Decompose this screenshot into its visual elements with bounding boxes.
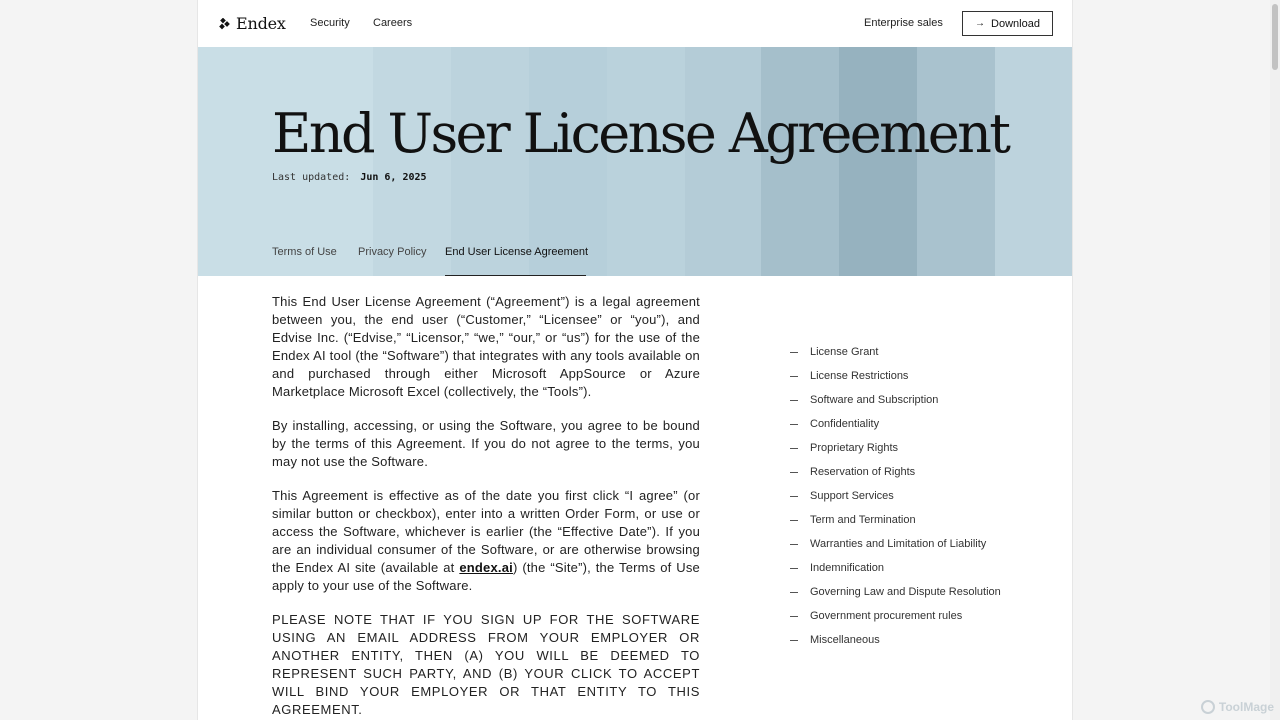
watermark-icon [1200,700,1215,714]
paragraph: By installing, accessing, or using the S… [272,418,700,469]
page-scrollbar[interactable] [1270,0,1280,720]
toc-item-label: License Restrictions [810,370,909,382]
dash-icon [790,591,798,593]
toc-item[interactable]: License Grant [790,340,1030,364]
toc-item-label: Proprietary Rights [810,442,899,454]
toc-item-label: Support Services [810,490,894,502]
toc-item-label: Confidentiality [810,418,880,430]
dash-icon [790,351,798,353]
watermark-text: ToolMage [1218,700,1274,714]
dash-icon [790,495,798,497]
download-button[interactable]: → Download [962,11,1053,36]
last-updated: Last updated: Jun 6, 2025 [272,172,427,183]
toc-item[interactable]: Governing Law and Dispute Resolution [790,580,1030,604]
dash-icon [790,639,798,641]
toc-item-label: Warranties and Limitation of Liability [810,538,987,550]
page-frame: Endex Security Careers Enterprise sales … [197,0,1073,720]
paragraph: This End User License Agreement (“Agreem… [272,294,700,399]
nav-security[interactable]: Security [310,17,350,29]
download-label: Download [991,17,1040,30]
paragraph: This Agreement is effective as of the da… [272,487,700,595]
page-title: End User License Agreement [272,102,1011,165]
agreement-body: This End User License Agreement (“Agreem… [272,293,700,720]
toc-item-label: Indemnification [810,562,884,574]
dash-icon [790,567,798,569]
arrow-right-icon: → [975,18,986,29]
table-of-contents: License Grant License Restrictions Softw… [790,340,1030,652]
toc-item-label: Reservation of Rights [810,466,916,478]
nav-careers[interactable]: Careers [373,17,412,29]
toc-item[interactable]: Term and Termination [790,508,1030,532]
toc-item-label: Term and Termination [810,514,916,526]
nav-enterprise-sales[interactable]: Enterprise sales [864,17,943,29]
toc-item-label: Software and Subscription [810,394,939,406]
dash-icon [790,423,798,425]
dash-icon [790,471,798,473]
tab-privacy-policy[interactable]: Privacy Policy [358,246,426,258]
watermark: ToolMage [1200,700,1274,714]
toc-item[interactable]: Reservation of Rights [790,460,1030,484]
toc-item[interactable]: Miscellaneous [790,628,1030,652]
toc-item[interactable]: Warranties and Limitation of Liability [790,532,1030,556]
dash-icon [790,375,798,377]
dash-icon [790,447,798,449]
toc-item[interactable]: Confidentiality [790,412,1030,436]
active-tab-indicator [445,275,586,276]
logo-icon [219,17,230,29]
toc-item[interactable]: License Restrictions [790,364,1030,388]
endex-site-link[interactable]: endex.ai [459,560,513,575]
logo[interactable]: Endex [219,14,286,33]
toc-item[interactable]: Government procurement rules [790,604,1030,628]
toc-item[interactable]: Indemnification [790,556,1030,580]
last-updated-label: Last updated: [272,172,351,183]
scrollbar-thumb[interactable] [1272,4,1278,70]
paragraph: Please note that if you sign up for the … [272,612,700,717]
tab-eula[interactable]: End User License Agreement [445,246,588,258]
last-updated-date: Jun 6, 2025 [360,172,427,183]
toc-item-label: License Grant [810,346,879,358]
toc-item-label: Government procurement rules [810,610,963,622]
dash-icon [790,399,798,401]
toc-item[interactable]: Proprietary Rights [790,436,1030,460]
toc-item-label: Miscellaneous [810,634,880,646]
logo-text: Endex [236,14,286,33]
dash-icon [790,543,798,545]
toc-item-label: Governing Law and Dispute Resolution [810,586,1001,598]
toc-item[interactable]: Support Services [790,484,1030,508]
dash-icon [790,519,798,521]
dash-icon [790,615,798,617]
toc-item[interactable]: Software and Subscription [790,388,1030,412]
hero-banner: End User License Agreement Last updated:… [198,47,1072,276]
tab-terms-of-use[interactable]: Terms of Use [272,246,337,258]
site-header: Endex Security Careers Enterprise sales … [198,0,1072,47]
